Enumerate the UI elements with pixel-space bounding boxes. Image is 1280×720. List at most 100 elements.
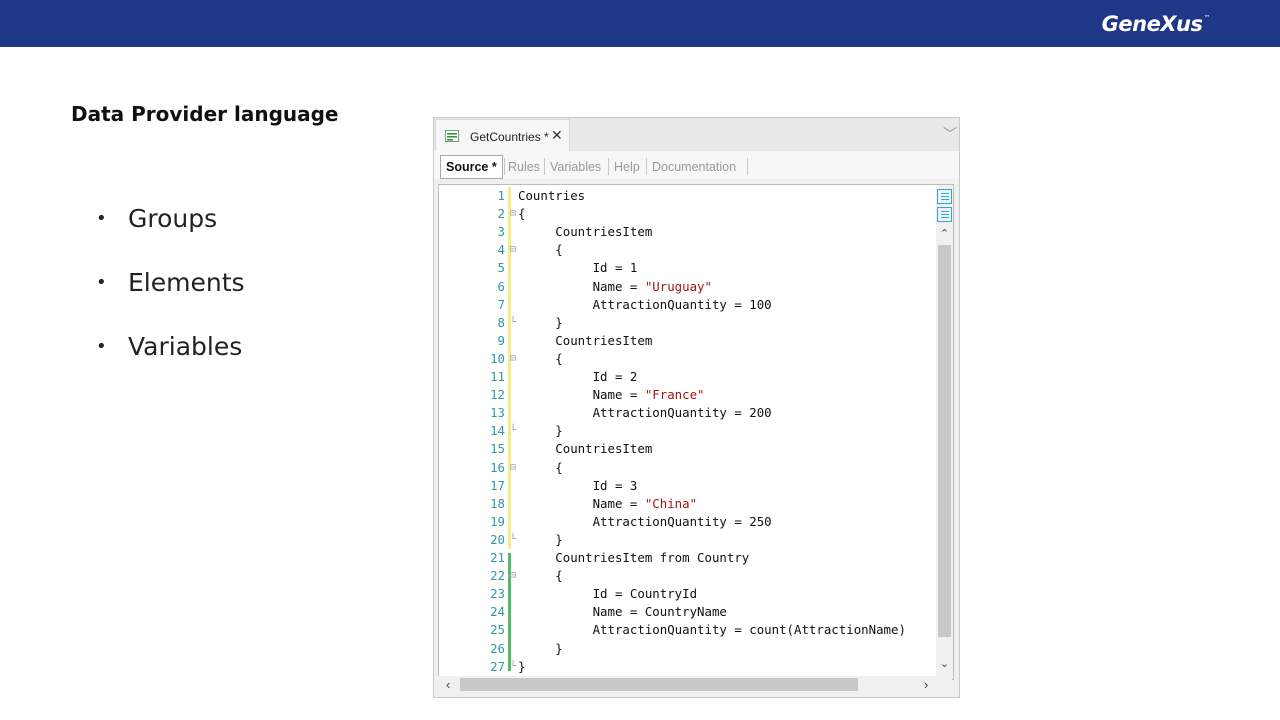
split-view-icon[interactable] [937, 207, 952, 222]
tab-separator [504, 158, 505, 175]
code-token: } [518, 658, 526, 674]
line-number: 6 [497, 278, 505, 294]
tab-separator [544, 158, 545, 175]
scroll-left-icon[interactable]: ‹ [446, 676, 450, 693]
code-line[interactable]: 22 ⊟ { [439, 567, 933, 585]
tab-documentation[interactable]: Documentation [652, 160, 736, 174]
scroll-right-icon[interactable]: › [924, 676, 928, 693]
code-line[interactable]: 26 } [439, 640, 933, 658]
code-line[interactable]: 24 Name = CountryName [439, 603, 933, 621]
close-tab-icon[interactable]: ✕ [551, 127, 563, 144]
code-text: AttractionQuantity = count(AttractionNam… [518, 621, 906, 639]
code-line[interactable]: 21 CountriesItem from Country [439, 549, 933, 567]
code-text: Name = "France" [518, 386, 705, 404]
line-number: 13 [490, 405, 505, 421]
line-number: 25 [490, 622, 505, 638]
code-text: { [518, 205, 525, 223]
bullet-dot-icon: • [96, 336, 107, 357]
code-text: { [518, 459, 563, 477]
line-number: 8 [497, 314, 505, 330]
code-line[interactable]: 12 Name = "France" [439, 386, 933, 404]
scroll-down-icon[interactable]: ⌄ [936, 657, 953, 670]
fold-end-icon: └ [509, 660, 517, 672]
code-token: CountriesItem [518, 441, 653, 457]
line-number: 9 [497, 332, 505, 348]
code-line[interactable]: 16 ⊟ { [439, 459, 933, 477]
bullet-item: • Groups [96, 200, 245, 264]
tab-source[interactable]: Source * [440, 155, 503, 179]
code-line[interactable]: 9 CountriesItem [439, 332, 933, 350]
code-token: { [518, 242, 563, 258]
code-token: { [518, 206, 526, 222]
code-line[interactable]: 5 Id = 1 [439, 259, 933, 277]
code-line[interactable]: 4 ⊟ { [439, 241, 933, 259]
brand-logo: GeneXus™ [1101, 12, 1211, 36]
line-number: 16 [490, 459, 505, 475]
code-line[interactable]: 19 AttractionQuantity = 250 [439, 513, 933, 531]
chevron-down-icon[interactable]: ﹀ [943, 124, 957, 144]
code-line[interactable]: 13 AttractionQuantity = 200 [439, 404, 933, 422]
code-line[interactable]: 7 AttractionQuantity = 100 [439, 296, 933, 314]
part-tabs: Source * Rules Variables Help Documentat… [434, 151, 959, 179]
scroll-up-icon[interactable]: ⌃ [936, 227, 953, 240]
line-number: 7 [497, 296, 505, 312]
code-line[interactable]: 3 CountriesItem [439, 223, 933, 241]
code-line[interactable]: 14 └ } [439, 422, 933, 440]
data-provider-icon [445, 130, 459, 142]
code-line[interactable]: 1 Countries [439, 187, 933, 205]
line-number: 21 [490, 550, 505, 565]
line-number: 14 [490, 423, 505, 439]
fold-collapse-icon[interactable]: ⊟ [508, 241, 518, 259]
code-line[interactable]: 27 └} [439, 658, 933, 676]
code-token: AttractionQuantity = 200 [518, 405, 772, 421]
line-number: 5 [497, 260, 505, 276]
line-number: 11 [490, 369, 505, 384]
bullet-item: • Variables [96, 328, 245, 392]
source-editor[interactable]: 1 Countries 2 ⊟{3 CountriesItem 4 ⊟ {5 Id = 1… [438, 184, 954, 680]
string-literal: "China" [644, 495, 698, 511]
line-number: 18 [490, 495, 505, 511]
code-line[interactable]: 25 AttractionQuantity = count(Attraction… [439, 621, 933, 639]
code-line[interactable]: 6 Name = "Uruguay" [439, 278, 933, 296]
code-line[interactable]: 15 CountriesItem [439, 440, 933, 458]
code-token: AttractionQuantity = 250 [518, 513, 772, 529]
vertical-scroll-thumb[interactable] [938, 245, 951, 637]
code-text: CountriesItem [518, 440, 652, 458]
code-text: } [518, 531, 562, 549]
split-view-icon[interactable] [937, 189, 952, 204]
code-line[interactable]: 10 ⊟ { [439, 350, 933, 368]
horizontal-scroll-thumb[interactable] [460, 678, 858, 691]
code-line[interactable]: 23 Id = CountryId [439, 585, 933, 603]
code-token: Name = [518, 495, 645, 511]
code-token: Name = [518, 278, 645, 294]
code-token: { [518, 350, 563, 366]
fold-end-icon: └ [509, 425, 517, 437]
document-tab[interactable]: GetCountries * ✕ [435, 119, 570, 153]
code-line[interactable]: 2 ⊟{ [439, 205, 933, 223]
tab-rules[interactable]: Rules [508, 160, 540, 174]
code-text: Id = 1 [518, 259, 638, 277]
line-number: 23 [490, 586, 505, 602]
line-number: 1 [497, 188, 505, 203]
code-line[interactable]: 11 Id = 2 [439, 368, 933, 386]
fold-collapse-icon[interactable]: ⊟ [508, 205, 518, 223]
tab-variables[interactable]: Variables [550, 160, 601, 174]
code-line[interactable]: 20 └ } [439, 531, 933, 549]
code-line[interactable]: 17 Id = 3 [439, 477, 933, 495]
code-token: { [518, 459, 563, 475]
vertical-scrollbar[interactable]: ⌃ ⌄ [936, 185, 953, 679]
tab-help[interactable]: Help [614, 160, 640, 174]
code-token: Id = 2 [518, 369, 638, 384]
fold-collapse-icon[interactable]: ⊟ [508, 567, 518, 585]
code-text: { [518, 350, 563, 368]
code-line[interactable]: 18 Name = "China" [439, 495, 933, 513]
line-number: 15 [490, 441, 505, 457]
horizontal-scrollbar[interactable]: ‹ › [438, 676, 952, 693]
bullet-list: • Groups • Elements • Variables [96, 200, 245, 392]
fold-collapse-icon[interactable]: ⊟ [508, 459, 518, 477]
code-line[interactable]: 8 └ } [439, 314, 933, 332]
code-text: } [518, 422, 562, 440]
code-token: Name = [518, 387, 645, 403]
fold-end-icon: └ [509, 533, 517, 545]
fold-collapse-icon[interactable]: ⊟ [508, 350, 518, 368]
